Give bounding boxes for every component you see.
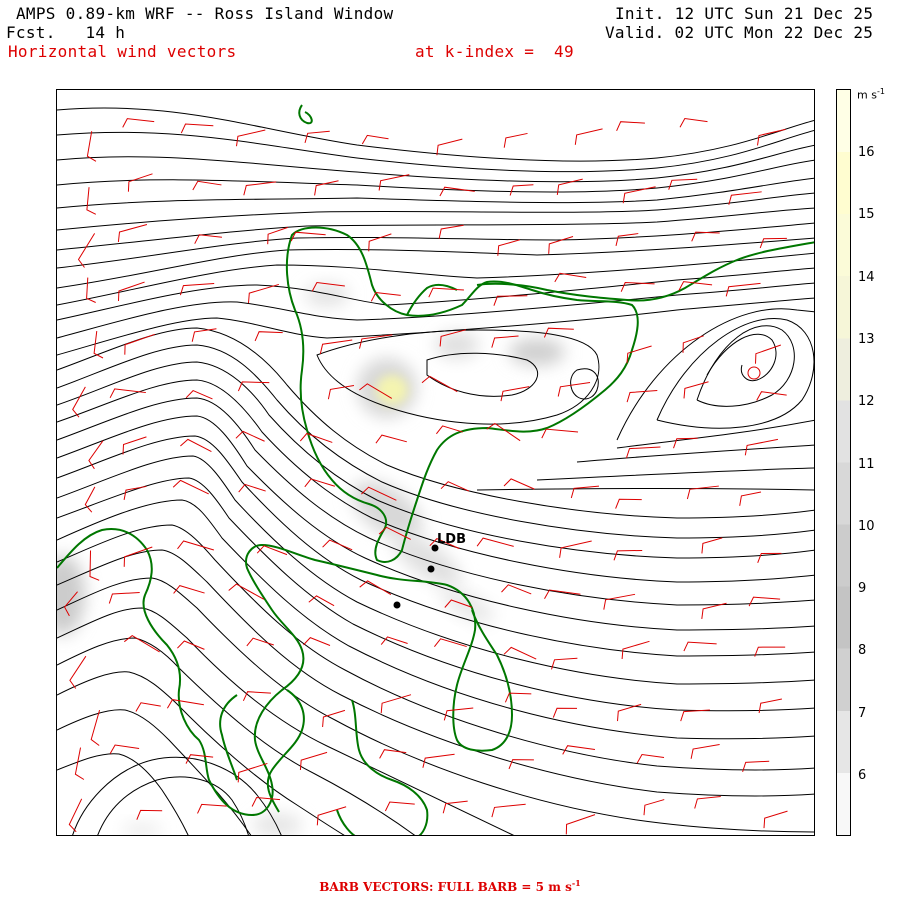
station-label-ldb: LDB <box>437 532 466 547</box>
barb-legend: BARB VECTORS: FULL BARB = 5 m s-1 <box>319 878 581 894</box>
coastline <box>57 104 814 835</box>
colorbar-tick-label: 8 <box>858 643 867 659</box>
colorbar <box>836 89 851 836</box>
colorbar-units: m s-1 <box>857 87 885 102</box>
red-circle-marker <box>747 366 761 380</box>
map-title: AMPS 0.89-km WRF -- Ross Island Window <box>16 4 394 23</box>
colorbar-tick-label: 12 <box>858 394 875 410</box>
colorbar-tick-label: 16 <box>858 145 875 160</box>
colorbar-tick-label: 15 <box>858 207 875 223</box>
init-time: Init. 12 UTC Sun 21 Dec 25 <box>615 4 874 23</box>
colorbar-tick-label: 7 <box>858 705 867 721</box>
colorbar-tick-label: 13 <box>858 331 875 347</box>
colorbar-tick-label: 9 <box>858 581 867 597</box>
colorbar-tick-label: 6 <box>858 768 867 783</box>
forecast-hour: Fcst. 14 h <box>6 23 126 42</box>
colorbar-tick-label: 14 <box>858 269 875 285</box>
map-canvas <box>57 104 814 835</box>
colorbar-tick-label: 10 <box>858 518 875 534</box>
map-panel <box>56 89 815 836</box>
colorbar-tick-label: 11 <box>858 456 875 472</box>
valid-time: Valid. 02 UTC Mon 22 Dec 25 <box>605 23 874 42</box>
field-label: Horizontal wind vectors <box>8 42 237 61</box>
streamlines <box>57 107 814 835</box>
level-label: at k-index = 49 <box>415 42 574 61</box>
